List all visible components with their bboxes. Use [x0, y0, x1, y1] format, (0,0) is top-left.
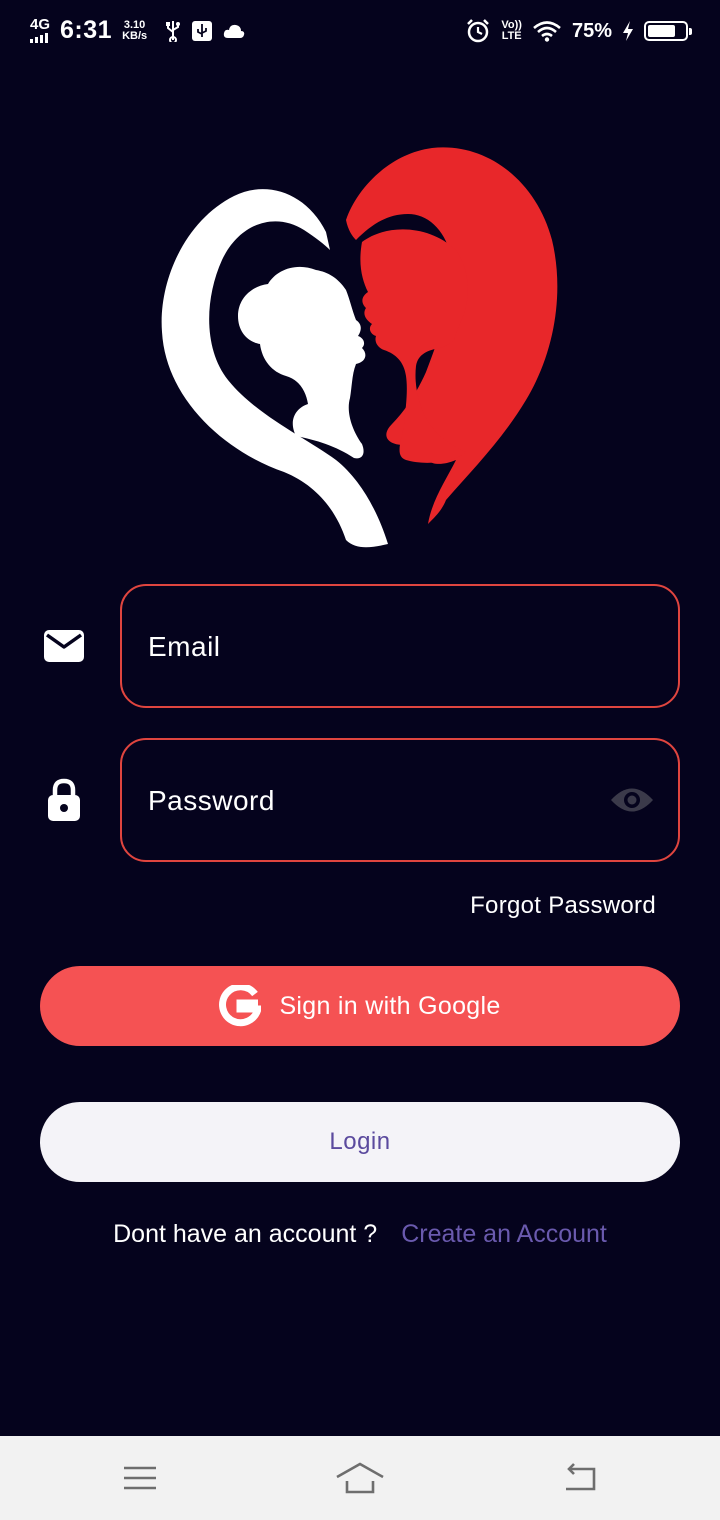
- volte-indicator: Vo)) LTE: [501, 20, 522, 42]
- forgot-password-link[interactable]: Forgot Password: [470, 892, 656, 920]
- clock: 6:31: [60, 16, 113, 44]
- alarm-icon: [467, 19, 490, 43]
- back-icon[interactable]: [552, 1454, 608, 1502]
- email-row: [0, 584, 720, 708]
- password-field-box: [120, 738, 680, 862]
- email-field[interactable]: [146, 586, 590, 708]
- network-type: 4G: [30, 16, 51, 33]
- signup-row: Dont have an account ? Create an Account: [0, 1220, 720, 1249]
- cloud-icon: [223, 24, 245, 38]
- usb-icon: [166, 20, 181, 42]
- battery-percent: 75%: [571, 19, 612, 42]
- lock-icon: [40, 776, 88, 824]
- email-field-box: [120, 584, 680, 708]
- network-speed-unit: KB/s: [122, 29, 148, 42]
- login-label: Login: [329, 1128, 391, 1155]
- charging-icon: [623, 21, 633, 41]
- login-screen: 4G 6:31 3.10 KB/s Vo)) LTE 75% Email For…: [0, 0, 720, 1520]
- status-bar-left: 4G 6:31 3.10 KB/s: [30, 16, 245, 45]
- app-logo: [161, 147, 558, 548]
- battery-level: [648, 25, 675, 37]
- notification-icons: [165, 20, 245, 42]
- status-bar-right: Vo)) LTE 75%: [465, 18, 692, 44]
- network-indicator: 4G: [30, 16, 51, 43]
- home-icon[interactable]: [332, 1454, 388, 1502]
- signal-icon: [30, 33, 48, 43]
- login-button[interactable]: Login: [40, 1102, 680, 1182]
- system-nav-bar: [0, 1436, 720, 1520]
- mail-icon: [40, 622, 88, 670]
- eye-icon[interactable]: [608, 780, 656, 820]
- signup-question: Dont have an account ?: [113, 1220, 378, 1248]
- volte-bottom: LTE: [501, 30, 522, 42]
- network-speed: 3.10 KB/s: [122, 18, 148, 42]
- password-field[interactable]: [146, 740, 590, 862]
- password-row: [0, 738, 720, 862]
- create-account-link[interactable]: Create an Account: [401, 1220, 607, 1249]
- status-bar: 4G 6:31 3.10 KB/s Vo)) LTE 75%: [0, 0, 720, 64]
- network-speed-value: 3.10: [123, 18, 146, 31]
- wifi-icon: [533, 21, 561, 42]
- menu-icon[interactable]: [112, 1454, 168, 1502]
- usb-debug-icon: [192, 20, 213, 41]
- battery-icon: [644, 21, 692, 41]
- google-signin-button[interactable]: Sign in with Google: [40, 966, 680, 1046]
- google-signin-label: Sign in with Google: [279, 991, 501, 1020]
- google-icon: [219, 985, 262, 1027]
